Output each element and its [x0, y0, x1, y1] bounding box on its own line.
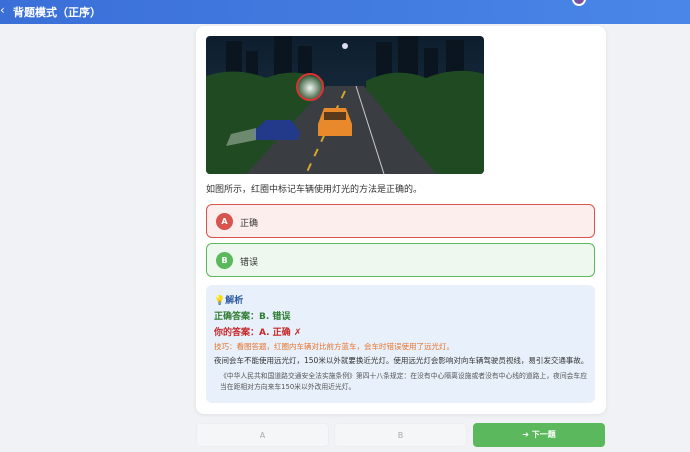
page-title: 背题模式（正序）: [13, 6, 101, 19]
question-image: [206, 36, 484, 174]
explanation-text: 夜间会车不能使用远光灯，150米以外就要换近光灯。使用远光灯会影响对向车辆驾驶员…: [214, 356, 589, 365]
tip-text: 技巧：看图答题，红圈内车辆对比前方蓝车，会车时错误使用了远光灯。: [214, 342, 454, 351]
avatar[interactable]: [572, 0, 586, 6]
answer-a-button[interactable]: A: [196, 423, 329, 447]
your-answer: 你的答案：A. 正确 ✗: [214, 328, 302, 338]
option-letter: A: [216, 213, 233, 230]
night-road-illustration: [206, 36, 484, 174]
law-text: 《中华人民共和国道路交通安全法实施条例》第四十八条规定：在没有中心隔离设施或者没…: [220, 372, 588, 391]
option-text: 正确: [240, 219, 259, 229]
lightbulb-icon: 💡: [214, 296, 226, 306]
answer-b-button[interactable]: B: [334, 423, 467, 447]
next-question-button[interactable]: ➔ 下一题: [473, 423, 605, 447]
question-card: 如图所示，红圈中标记车辆使用灯光的方法是正确的。 A 正确 B 错误 💡解析 正…: [196, 26, 606, 414]
option-letter: B: [216, 252, 233, 269]
top-bar: ‹ 背题模式（正序）: [0, 0, 690, 24]
option-a[interactable]: A 正确: [206, 204, 595, 238]
option-b[interactable]: B 错误: [206, 243, 595, 277]
option-text: 错误: [240, 258, 259, 268]
analysis-title: 💡解析: [214, 296, 244, 306]
question-text: 如图所示，红圈中标记车辆使用灯光的方法是正确的。: [206, 185, 423, 195]
correct-answer: 正确答案：B. 错误: [214, 312, 291, 322]
analysis-panel: 💡解析 正确答案：B. 错误 你的答案：A. 正确 ✗ 技巧：看图答题，红圈内车…: [206, 285, 595, 403]
back-arrow-icon[interactable]: ‹: [0, 3, 5, 17]
